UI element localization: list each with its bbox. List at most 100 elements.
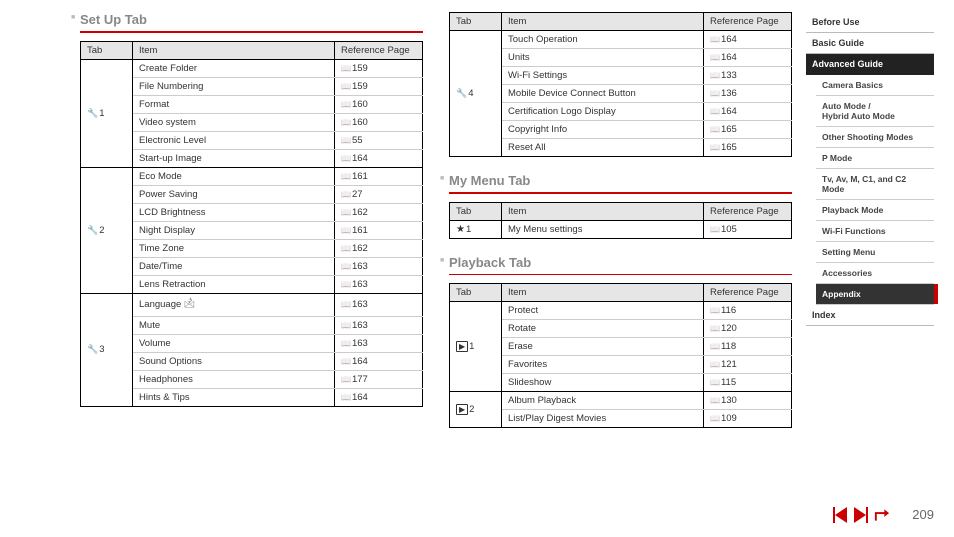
nav-sub-item[interactable]: Other Shooting Modes	[816, 127, 934, 148]
book-icon	[710, 323, 721, 334]
col-header: Reference Page	[335, 41, 423, 59]
ref-cell[interactable]: 177	[335, 370, 423, 388]
ref-cell[interactable]: 165	[704, 139, 792, 157]
table-row: Time Zone162	[81, 239, 423, 257]
item-cell: Headphones	[133, 370, 335, 388]
ref-cell[interactable]: 161	[335, 167, 423, 185]
ref-cell[interactable]: 164	[704, 49, 792, 67]
ref-cell[interactable]: 163	[335, 293, 423, 316]
triangle-left-icon	[835, 507, 847, 523]
table-row: 1My Menu settings105	[450, 220, 792, 238]
col-header: Item	[502, 13, 704, 31]
ref-cell[interactable]: 121	[704, 356, 792, 374]
tab-cell: 3	[81, 293, 133, 406]
tab-cell: 1	[81, 59, 133, 167]
book-icon	[341, 299, 352, 310]
book-icon	[710, 124, 721, 135]
nav-item[interactable]: Before Use	[806, 12, 934, 33]
ref-cell[interactable]: 162	[335, 203, 423, 221]
play-icon	[456, 404, 469, 415]
table-row: Power Saving27	[81, 185, 423, 203]
ref-cell[interactable]: 163	[335, 275, 423, 293]
tab-cell: 2	[450, 392, 502, 428]
book-icon	[710, 142, 721, 153]
book-icon	[710, 359, 721, 370]
item-cell: File Numbering	[133, 77, 335, 95]
table-row: Slideshow115	[450, 374, 792, 392]
ref-cell[interactable]: 164	[704, 103, 792, 121]
nav-item[interactable]: Basic Guide	[806, 33, 934, 54]
table-row: Headphones177	[81, 370, 423, 388]
nav-sub-item[interactable]: Auto Mode /Hybrid Auto Mode	[816, 96, 934, 127]
item-cell: Touch Operation	[502, 31, 704, 49]
book-icon	[710, 305, 721, 316]
ref-cell[interactable]: 27	[335, 185, 423, 203]
return-button[interactable]	[873, 506, 890, 523]
item-cell: Electronic Level	[133, 131, 335, 149]
book-icon	[341, 374, 352, 385]
ref-cell[interactable]: 165	[704, 121, 792, 139]
ref-cell[interactable]: 160	[335, 95, 423, 113]
nav-sub-item[interactable]: Playback Mode	[816, 200, 934, 221]
book-icon	[710, 224, 721, 235]
ref-cell[interactable]: 163	[335, 334, 423, 352]
item-cell: List/Play Digest Movies	[502, 410, 704, 428]
prev-page-button[interactable]	[831, 506, 848, 523]
nav-item[interactable]: Advanced Guide	[806, 54, 934, 75]
section-title: Playback Tab	[449, 255, 792, 270]
item-cell: Erase	[502, 338, 704, 356]
sidebar-nav: Before UseBasic GuideAdvanced GuideCamer…	[806, 12, 934, 326]
ref-cell[interactable]: 105	[704, 220, 792, 238]
ref-cell[interactable]: 118	[704, 338, 792, 356]
ref-cell[interactable]: 162	[335, 239, 423, 257]
book-icon	[341, 81, 352, 92]
ref-cell[interactable]: 116	[704, 302, 792, 320]
nav-sub-item[interactable]: Accessories	[816, 263, 934, 284]
nav-sub-item[interactable]: Camera Basics	[816, 75, 934, 96]
next-page-button[interactable]	[852, 506, 869, 523]
book-icon	[341, 153, 352, 164]
item-cell: Certification Logo Display	[502, 103, 704, 121]
item-cell: Format	[133, 95, 335, 113]
nav-sub-item[interactable]: Setting Menu	[816, 242, 934, 263]
nav-sub-item[interactable]: Appendix	[816, 284, 934, 305]
ref-cell[interactable]: 163	[335, 316, 423, 334]
ref-cell[interactable]: 164	[335, 388, 423, 406]
book-icon	[341, 117, 352, 128]
ref-cell[interactable]: 159	[335, 77, 423, 95]
table-row: Volume163	[81, 334, 423, 352]
table-row: Mobile Device Connect Button136	[450, 85, 792, 103]
col-header: Item	[502, 202, 704, 220]
wrench-icon	[87, 225, 99, 236]
book-icon	[341, 135, 352, 146]
setup-cont-table: Tab Item Reference Page 4Touch Operation…	[449, 12, 792, 157]
item-cell: Protect	[502, 302, 704, 320]
nav-sub-item[interactable]: Tv, Av, M, C1, and C2 Mode	[816, 169, 934, 200]
table-row: Mute163	[81, 316, 423, 334]
item-cell: Night Display	[133, 221, 335, 239]
ref-cell[interactable]: 164	[704, 31, 792, 49]
ref-cell[interactable]: 115	[704, 374, 792, 392]
ref-cell[interactable]: 109	[704, 410, 792, 428]
item-cell: Slideshow	[502, 374, 704, 392]
ref-cell[interactable]: 133	[704, 67, 792, 85]
ref-cell[interactable]: 55	[335, 131, 423, 149]
book-icon	[710, 106, 721, 117]
ref-cell[interactable]: 163	[335, 257, 423, 275]
nav-sub-item[interactable]: P Mode	[816, 148, 934, 169]
ref-cell[interactable]: 120	[704, 320, 792, 338]
ref-cell[interactable]: 159	[335, 59, 423, 77]
table-row: Units164	[450, 49, 792, 67]
divider	[449, 192, 792, 194]
section-title: Set Up Tab	[80, 12, 423, 27]
ref-cell[interactable]: 136	[704, 85, 792, 103]
ref-cell[interactable]: 160	[335, 113, 423, 131]
ref-cell[interactable]: 164	[335, 149, 423, 167]
ref-cell[interactable]: 130	[704, 392, 792, 410]
ref-cell[interactable]: 164	[335, 352, 423, 370]
ref-cell[interactable]: 161	[335, 221, 423, 239]
table-row: 1Protect116	[450, 302, 792, 320]
triangle-right-icon	[854, 507, 866, 523]
nav-item[interactable]: Index	[806, 305, 934, 326]
nav-sub-item[interactable]: Wi-Fi Functions	[816, 221, 934, 242]
